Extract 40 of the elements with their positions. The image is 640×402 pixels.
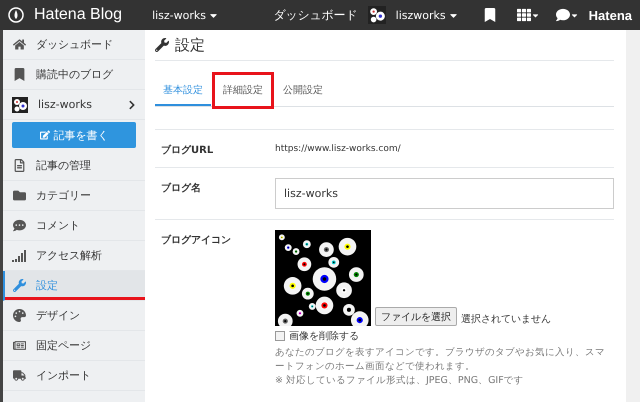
page-icon — [12, 339, 26, 352]
palette-icon — [12, 309, 26, 322]
user-menu[interactable]: liszworks — [396, 8, 459, 22]
document-icon — [12, 159, 26, 172]
wrench-icon — [155, 38, 169, 52]
help-text: あなたのブログを表すアイコンです。ブラウザのタブやお気に入り、スマートフォンのホーム画面などで使われます。 — [275, 346, 606, 374]
field-label: ブログアイコン — [161, 234, 232, 248]
page-title: 設定 — [175, 36, 205, 54]
wrench-icon — [12, 279, 26, 292]
hatena-logo[interactable]: Hatena — [588, 8, 632, 22]
home-icon — [12, 38, 26, 51]
checkbox-label: 画像を削除する — [289, 330, 359, 343]
comment-icon[interactable] — [556, 8, 570, 22]
avatar-icon — [368, 6, 386, 24]
ink-drop-logo-icon — [8, 7, 24, 23]
delete-image-checkbox[interactable] — [275, 331, 285, 341]
sidebar-item[interactable]: lisz-works — [3, 90, 145, 120]
settings-tab[interactable]: 詳細設定 — [215, 75, 271, 106]
signal-bars-icon — [12, 250, 26, 262]
blog-url: https://www.lisz-works.com/ — [275, 143, 401, 156]
brand-name[interactable]: Hatena Blog — [34, 6, 122, 24]
field-label: ブログ名 — [161, 182, 202, 196]
settings-tab[interactable]: 公開設定 — [275, 75, 331, 106]
truck-icon — [12, 369, 26, 382]
blog-menu[interactable]: lisz-works — [152, 8, 219, 22]
settings-tab[interactable]: 基本設定 — [155, 75, 211, 106]
grid-icon[interactable] — [516, 8, 531, 22]
field-label: ブログURL — [161, 144, 214, 157]
file-status: 選択されていません — [461, 313, 551, 326]
help-text: ※ 対応しているファイル形式は、JPEG、PNG、GIFです — [275, 374, 525, 388]
dashboard-link[interactable]: ダッシュボード — [274, 6, 358, 24]
choose-file-button[interactable]: ファイルを選択 — [375, 307, 457, 326]
blog-name-input[interactable]: lisz-works — [275, 178, 614, 209]
speech-bubble-icon — [12, 219, 26, 232]
bookmark-icon[interactable] — [482, 8, 497, 22]
chevron-icon[interactable] — [127, 100, 137, 110]
folder-icon — [12, 189, 26, 202]
edit-icon — [40, 130, 50, 140]
avatar-icon — [12, 96, 28, 112]
bookmark-icon — [12, 68, 26, 81]
